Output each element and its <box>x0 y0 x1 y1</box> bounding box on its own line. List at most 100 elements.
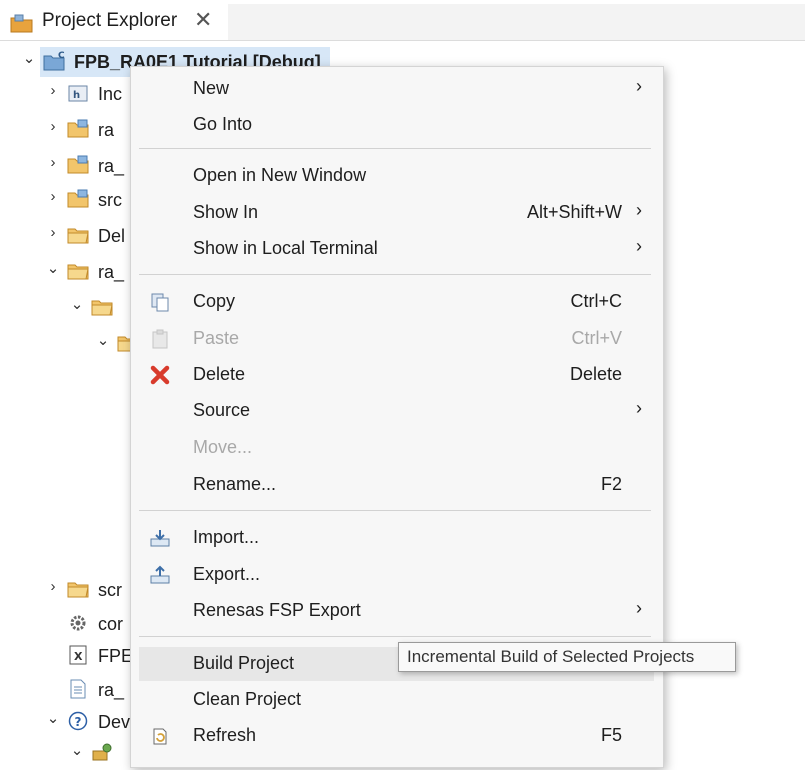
tree-row[interactable]: X FPE <box>46 640 134 672</box>
menu-item-label: Open in New Window <box>193 165 367 185</box>
chevron-down-icon[interactable]: ⌄ <box>96 333 110 348</box>
tree-row-label: Inc <box>98 84 123 104</box>
tree-row[interactable]: cor <box>46 608 130 640</box>
menu-item-open-in-new-window[interactable]: Open in New Window <box>139 159 654 193</box>
chevron-right-icon[interactable]: › <box>46 119 60 134</box>
menu-item-import[interactable]: Import... <box>139 521 654 555</box>
tree-row[interactable]: › ra_ <box>46 150 130 182</box>
menu-shortcut: Ctrl+C <box>570 291 622 311</box>
tree-row[interactable]: › Del <box>46 220 130 252</box>
svg-text:X: X <box>74 650 83 663</box>
menu-item-export[interactable]: Export... <box>139 558 654 592</box>
chevron-right-icon[interactable]: › <box>46 579 60 594</box>
menu-item-label: Export... <box>193 564 261 584</box>
menu-item-go-into[interactable]: Go Into <box>139 108 654 142</box>
tree-row-label: ra <box>98 120 115 140</box>
paste-icon <box>149 328 171 350</box>
menu-item-label: Paste <box>193 328 240 348</box>
project-explorer-icon <box>10 14 34 34</box>
tab-title: Project Explorer <box>42 10 178 31</box>
menu-separator <box>139 148 651 149</box>
chevron-down-icon[interactable]: ⌄ <box>70 743 84 758</box>
tree-row[interactable]: › h Inc <box>46 78 130 110</box>
tree-row-label: ra_ <box>98 156 125 176</box>
close-icon[interactable]: ✕ <box>194 8 212 32</box>
svg-text:C: C <box>58 51 65 61</box>
folder-icon <box>66 578 90 600</box>
delete-icon <box>149 364 171 386</box>
chevron-down-icon[interactable]: ⌄ <box>70 297 84 312</box>
includes-icon: h <box>66 82 90 104</box>
tree-row-label: cor <box>98 614 124 634</box>
tree-row-label: ra_ <box>98 680 125 700</box>
menu-item-refresh[interactable]: Refresh F5 <box>139 719 654 753</box>
chevron-right-icon[interactable]: › <box>46 189 60 204</box>
menu-item-clean-project[interactable]: Clean Project <box>139 683 654 717</box>
chevron-right-icon[interactable]: › <box>46 155 60 170</box>
svg-text:h: h <box>73 90 80 101</box>
menu-item-show-in[interactable]: Show In Alt+Shift+W › <box>139 196 654 230</box>
menu-shortcut: Alt+Shift+W <box>526 202 622 222</box>
chevron-down-icon[interactable]: ⌄ <box>22 51 36 66</box>
c-project-icon: C <box>42 50 66 72</box>
view-tab-bar: Project Explorer ✕ <box>0 0 805 41</box>
chevron-down-icon[interactable]: ⌄ <box>46 711 60 726</box>
menu-shortcut: F5 <box>600 725 622 745</box>
menu-shortcut: Ctrl+V <box>571 328 622 348</box>
chevron-down-icon[interactable]: ⌄ <box>46 261 60 276</box>
tree-row[interactable]: › ra <box>46 114 130 146</box>
menu-item-label: Source <box>193 400 251 420</box>
editor-area-strip <box>228 4 805 40</box>
xml-file-icon: X <box>66 644 90 666</box>
folder-icon <box>66 260 90 282</box>
tree-row[interactable]: ⌄ <box>70 738 130 770</box>
menu-item-rename[interactable]: Rename... F2 <box>139 468 654 502</box>
export-icon <box>149 564 171 586</box>
source-folder-icon <box>66 118 90 140</box>
menu-item-delete[interactable]: Delete Delete <box>139 358 654 392</box>
tree-row[interactable]: ⌄ <box>96 328 139 360</box>
chevron-right-icon[interactable]: › <box>46 225 60 240</box>
menu-item-label: Import... <box>193 527 260 547</box>
tree-row[interactable]: ra_ <box>46 674 130 706</box>
menu-item-label: Show In <box>193 202 259 222</box>
folder-icon <box>90 296 114 318</box>
menu-item-label: New <box>193 78 230 98</box>
tree-row[interactable]: ⌄ <box>70 292 130 324</box>
tree-row-label: Del <box>98 226 126 246</box>
chevron-right-icon[interactable]: › <box>46 83 60 98</box>
chevron-right-icon: › <box>636 200 642 220</box>
tree-row[interactable]: ⌄? Dev <box>46 706 130 738</box>
menu-item-renesas-fsp-export[interactable]: Renesas FSP Export › <box>139 594 654 628</box>
tree-row-label: scr <box>98 580 122 600</box>
tree-row[interactable]: › scr <box>46 574 130 606</box>
gear-icon <box>66 612 90 634</box>
menu-item-label: Rename... <box>193 474 277 494</box>
chevron-right-icon: › <box>636 236 642 256</box>
menu-separator <box>139 636 651 637</box>
menu-item-label: Delete <box>193 364 246 384</box>
menu-item-label: Show in Local Terminal <box>193 238 378 258</box>
menu-item-source[interactable]: Source › <box>139 394 654 428</box>
menu-item-paste: Paste Ctrl+V <box>139 322 654 356</box>
menu-item-new[interactable]: New › <box>139 72 654 106</box>
file-icon <box>66 678 90 700</box>
tree-row-label: FPE <box>98 646 134 666</box>
menu-item-move: Move... <box>139 431 654 465</box>
chevron-right-icon: › <box>636 76 642 96</box>
chevron-right-icon: › <box>636 398 642 418</box>
tree-row-label: Dev <box>98 712 131 732</box>
menu-item-copy[interactable]: Copy Ctrl+C <box>139 285 654 319</box>
menu-item-label: Go Into <box>193 114 253 134</box>
menu-item-show-in-local-terminal[interactable]: Show in Local Terminal › <box>139 232 654 266</box>
tooltip: Incremental Build of Selected Projects <box>398 642 736 672</box>
device-icon <box>90 742 114 764</box>
tree-row[interactable]: ⌄ ra_ <box>46 256 130 288</box>
source-folder-icon <box>66 154 90 176</box>
project-explorer-tab[interactable]: Project Explorer ✕ <box>0 4 229 40</box>
svg-text:?: ? <box>75 715 82 729</box>
tree-row[interactable]: › src <box>46 184 130 216</box>
menu-item-label: Renesas FSP Export <box>193 600 361 620</box>
import-icon <box>149 527 171 549</box>
